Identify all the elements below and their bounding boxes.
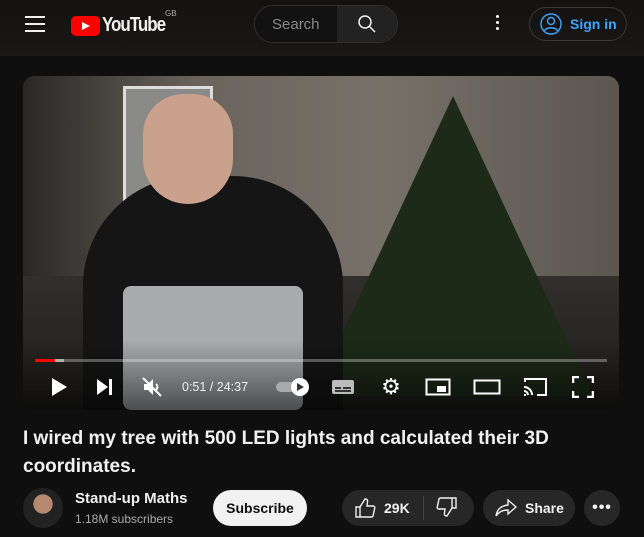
search-button[interactable] xyxy=(337,6,397,42)
progress-bar[interactable] xyxy=(35,359,607,362)
like-dislike-group: 29K xyxy=(342,490,474,526)
theater-mode-icon xyxy=(473,379,501,395)
share-icon xyxy=(495,498,517,517)
like-button[interactable]: 29K xyxy=(342,496,424,520)
search-input[interactable]: Search xyxy=(255,6,337,42)
search-box: Search xyxy=(254,5,398,43)
gear-icon: ⚙ xyxy=(381,374,401,399)
share-label: Share xyxy=(525,500,564,516)
settings-button[interactable]: ⚙ xyxy=(378,374,404,399)
channel-avatar[interactable] xyxy=(23,488,63,528)
subtitles-icon xyxy=(332,380,354,394)
fullscreen-icon xyxy=(572,376,594,398)
thumbs-down-icon xyxy=(436,496,457,517)
more-horizontal-icon: ••• xyxy=(592,499,612,516)
next-button[interactable] xyxy=(93,375,117,399)
account-icon xyxy=(540,13,562,35)
muted-volume-icon xyxy=(142,377,162,397)
search-icon xyxy=(358,15,376,33)
mute-button[interactable] xyxy=(139,375,165,399)
video-title: I wired my tree with 500 LED lights and … xyxy=(23,428,549,477)
video-player[interactable]: 0:51 / 24:37 ⚙ xyxy=(23,76,619,410)
fullscreen-button[interactable] xyxy=(571,375,595,399)
miniplayer-icon xyxy=(425,378,451,396)
subtitles-button[interactable] xyxy=(330,375,356,399)
channel-name[interactable]: Stand-up Maths xyxy=(75,490,188,507)
video-frame-head xyxy=(143,94,233,204)
next-icon xyxy=(97,379,112,395)
sign-in-button[interactable]: Sign in xyxy=(529,7,627,41)
region-code: GB xyxy=(165,9,177,18)
youtube-play-logo-icon xyxy=(71,15,100,36)
like-count: 29K xyxy=(384,500,410,516)
autoplay-toggle[interactable] xyxy=(275,375,311,399)
share-button[interactable]: Share xyxy=(483,490,575,526)
theater-mode-button[interactable] xyxy=(473,375,501,399)
subscribe-button[interactable]: Subscribe xyxy=(213,490,307,526)
miniplayer-button[interactable] xyxy=(425,375,451,399)
sign-in-label: Sign in xyxy=(570,16,617,32)
subscriber-count: 1.18M subscribers xyxy=(75,512,174,526)
cast-button[interactable] xyxy=(521,375,549,399)
more-options-icon[interactable] xyxy=(496,15,500,33)
menu-icon[interactable] xyxy=(25,16,45,32)
youtube-logo[interactable]: YouTube xyxy=(71,14,176,37)
time-display: 0:51 / 24:37 xyxy=(182,380,249,394)
cast-icon xyxy=(523,378,547,396)
logo-text: YouTube xyxy=(102,14,166,36)
progress-played xyxy=(35,359,56,362)
dislike-button[interactable] xyxy=(424,496,458,521)
play-button[interactable] xyxy=(47,375,71,399)
thumbs-up-icon xyxy=(355,498,376,518)
more-actions-button[interactable]: ••• xyxy=(584,490,620,526)
masthead: YouTube GB Search Sign in xyxy=(0,0,644,56)
autoplay-icon xyxy=(276,378,309,396)
play-icon xyxy=(52,378,67,396)
